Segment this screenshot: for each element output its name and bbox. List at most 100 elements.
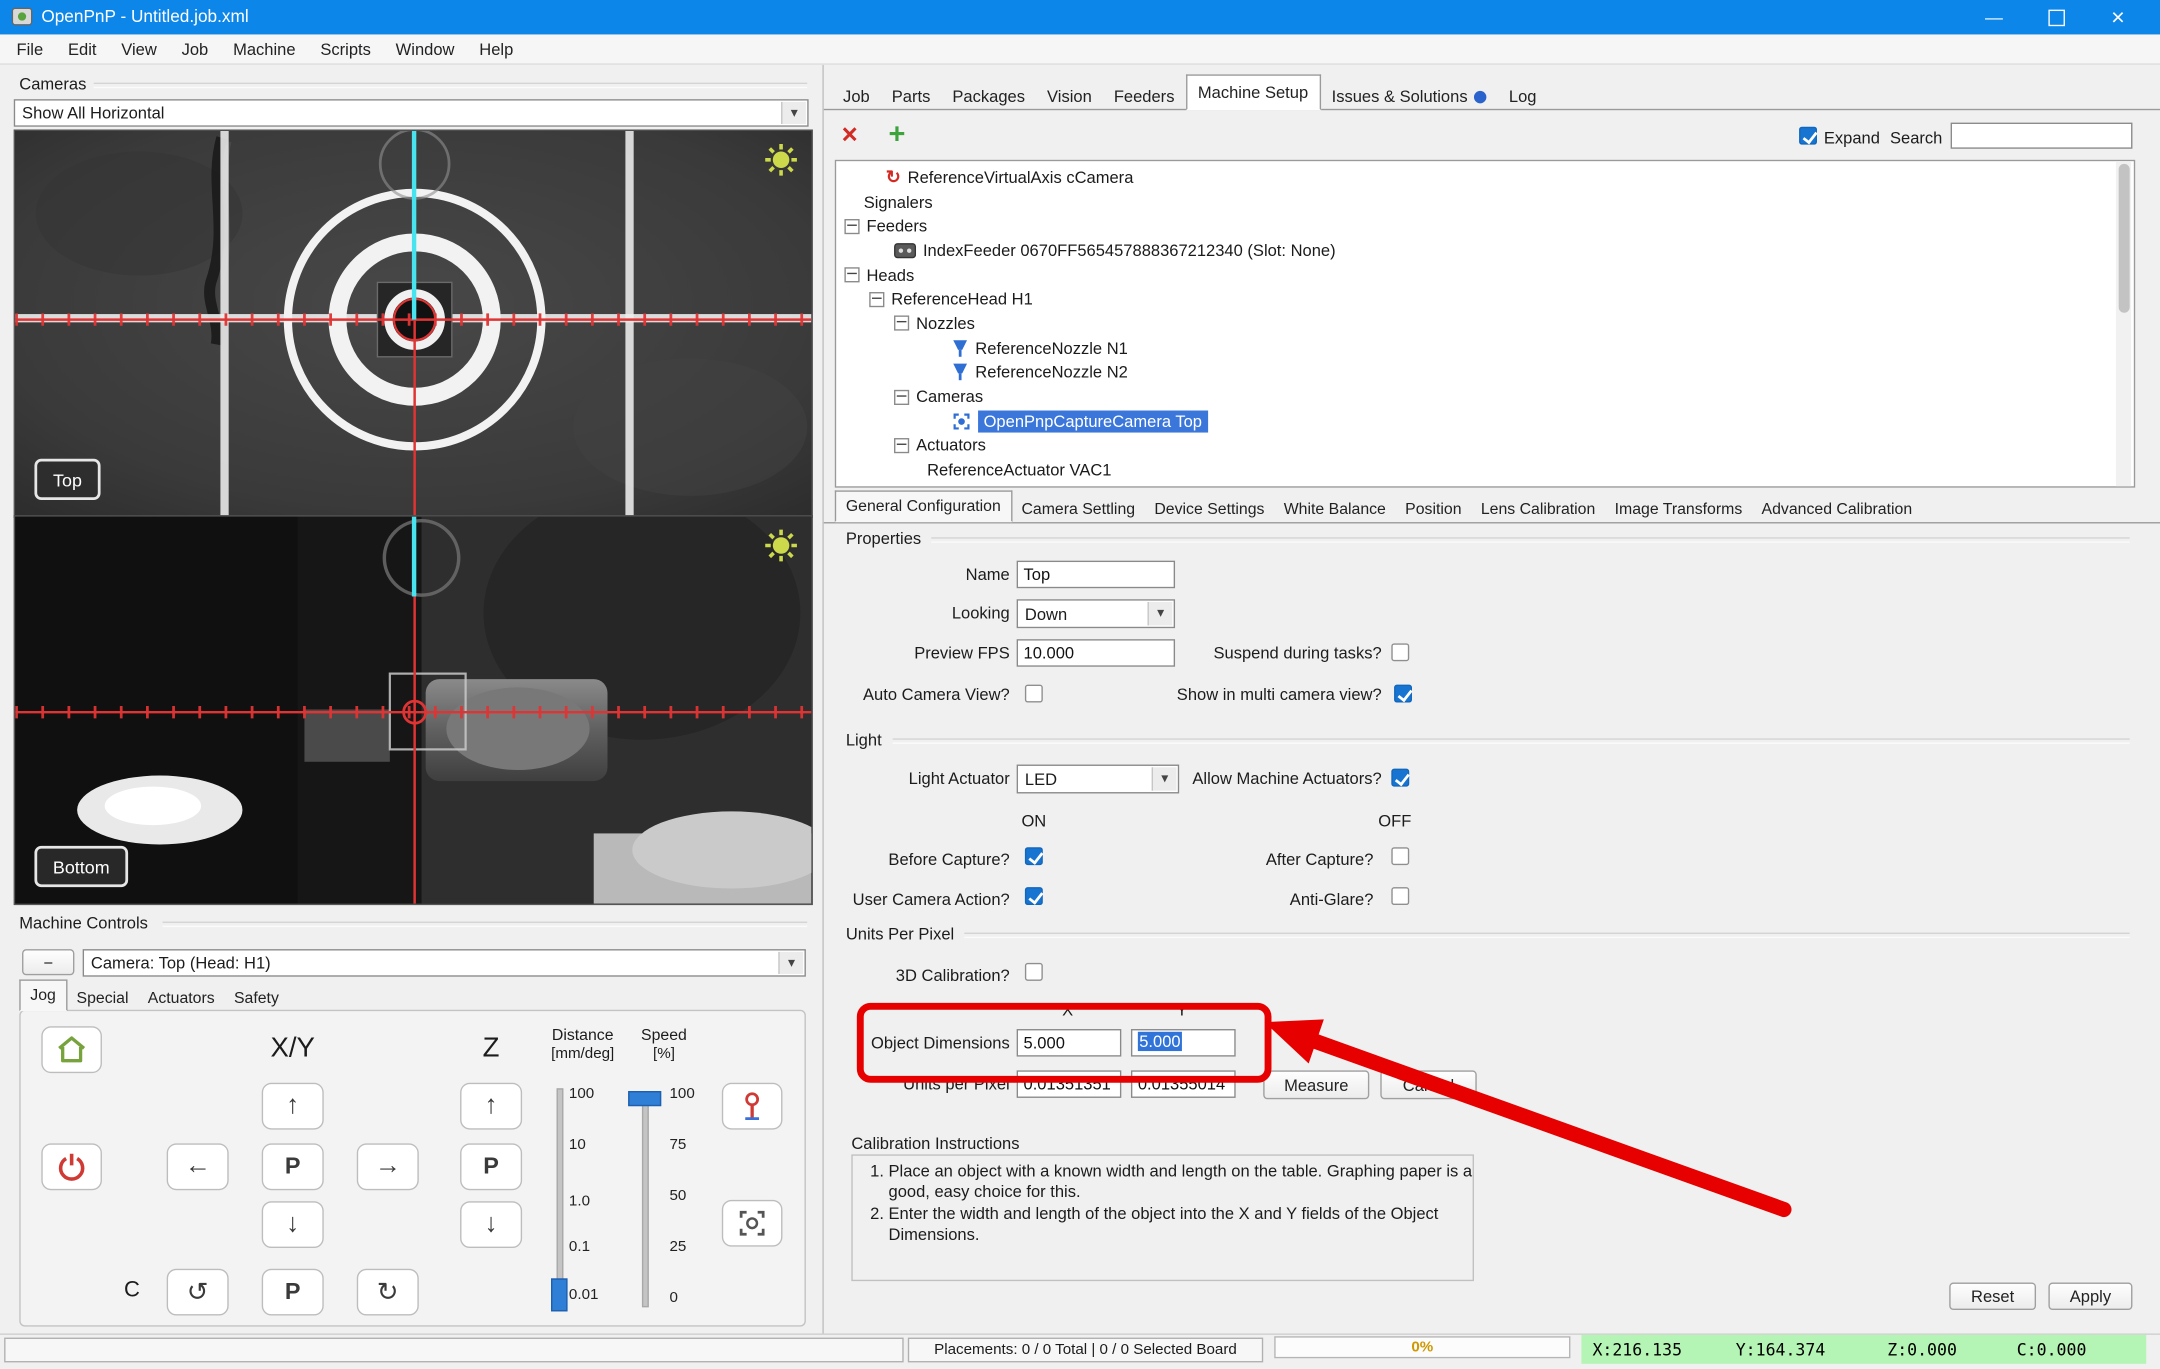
camera-view-top[interactable]: Top: [13, 129, 813, 518]
menu-machine[interactable]: Machine: [222, 35, 307, 63]
object-dimension-y-input[interactable]: 5.000: [1130, 1029, 1236, 1057]
allow-machine-actuators-checkbox[interactable]: [1391, 768, 1410, 787]
tree-item[interactable]: IndexFeeder 0670FF565457888367212340 (Sl…: [836, 238, 2134, 262]
camera-view-selector[interactable]: Show All Horizontal ▾: [13, 99, 809, 127]
apply-button[interactable]: Apply: [2048, 1282, 2133, 1311]
tree-item[interactable]: ReferenceNozzle N2: [836, 360, 2134, 384]
name-input[interactable]: [1016, 560, 1176, 589]
tree-item[interactable]: Cameras: [836, 385, 2134, 409]
menu-help[interactable]: Help: [468, 35, 524, 63]
before-capture-checkbox[interactable]: [1024, 847, 1043, 866]
menu-view[interactable]: View: [110, 35, 168, 63]
collapse-icon[interactable]: [894, 389, 910, 405]
collapse-icon[interactable]: [844, 267, 860, 283]
tab-machine-setup[interactable]: Machine Setup: [1185, 74, 1321, 111]
menu-window[interactable]: Window: [385, 35, 466, 63]
rotate-ccw-button[interactable]: ↺: [166, 1268, 229, 1316]
tab-vision[interactable]: Vision: [1036, 83, 1103, 111]
distance-slider-handle[interactable]: [551, 1278, 568, 1312]
tab-image-transforms[interactable]: Image Transforms: [1605, 497, 1752, 522]
tree-scrollbar[interactable]: [2115, 161, 2132, 487]
tab-general-configuration[interactable]: General Configuration: [834, 490, 1012, 523]
minimize-button[interactable]: —: [1963, 0, 2025, 34]
tree-item[interactable]: ReferenceNozzle N1: [836, 336, 2134, 360]
speed-slider-handle[interactable]: [628, 1091, 662, 1107]
capture-camera-location-button[interactable]: [721, 1199, 783, 1247]
tab-safety[interactable]: Safety: [224, 986, 288, 1011]
expand-checkbox[interactable]: [1799, 126, 1817, 145]
title-bar[interactable]: OpenPnP - Untitled.job.xml — ×: [0, 0, 2160, 35]
power-button[interactable]: [41, 1143, 102, 1191]
tab-packages[interactable]: Packages: [941, 83, 1036, 111]
home-button[interactable]: [41, 1026, 102, 1074]
position-xy-button[interactable]: P: [261, 1143, 324, 1191]
units-per-pixel-x-input[interactable]: [1016, 1070, 1122, 1098]
menu-job[interactable]: Job: [171, 35, 220, 63]
jog-y-plus-button[interactable]: ↑: [261, 1082, 324, 1130]
tab-actuators[interactable]: Actuators: [138, 986, 224, 1011]
menu-file[interactable]: File: [6, 35, 55, 63]
tab-log[interactable]: Log: [1498, 83, 1548, 111]
tree-item[interactable]: ReferenceActuator VAC1: [836, 458, 2134, 482]
tree-scrollbar-thumb[interactable]: [2117, 163, 2130, 313]
tab-camera-settling[interactable]: Camera Settling: [1012, 497, 1145, 522]
reset-button[interactable]: Reset: [1949, 1282, 2037, 1311]
add-button[interactable]: +: [889, 118, 906, 151]
multi-camera-view-checkbox[interactable]: [1394, 684, 1412, 703]
tree-item[interactable]: Nozzles: [836, 311, 2134, 335]
rotate-cw-button[interactable]: ↻: [356, 1268, 419, 1316]
tab-position[interactable]: Position: [1396, 497, 1472, 522]
tab-advanced-calibration[interactable]: Advanced Calibration: [1752, 497, 1922, 522]
camera-view-bottom[interactable]: Bottom: [13, 515, 813, 906]
tree-item-selected[interactable]: OpenPnpCaptureCamera Top: [836, 409, 2134, 433]
tab-job[interactable]: Job: [832, 83, 881, 111]
measure-button[interactable]: Measure: [1263, 1070, 1370, 1100]
looking-select[interactable]: Down ▾: [1016, 599, 1176, 629]
position-z-button[interactable]: P: [460, 1143, 523, 1191]
collapse-icon[interactable]: [894, 437, 910, 454]
panel-splitter[interactable]: [822, 64, 824, 1334]
object-dimension-x-input[interactable]: [1016, 1029, 1122, 1057]
jog-x-minus-button[interactable]: ←: [166, 1143, 229, 1191]
tab-issues-solutions[interactable]: Issues & Solutions: [1321, 83, 1498, 111]
speed-slider-track[interactable]: [641, 1095, 649, 1308]
delete-button[interactable]: ×: [842, 120, 858, 152]
search-input[interactable]: [1950, 122, 2133, 149]
calibration-3d-checkbox[interactable]: [1024, 962, 1043, 981]
tree-item[interactable]: Heads: [836, 263, 2134, 287]
jog-z-plus-button[interactable]: ↑: [460, 1082, 523, 1130]
tab-feeders[interactable]: Feeders: [1103, 83, 1186, 111]
anti-glare-checkbox[interactable]: [1391, 887, 1410, 906]
units-per-pixel-y-input[interactable]: [1130, 1070, 1236, 1098]
jog-x-plus-button[interactable]: →: [356, 1143, 419, 1191]
tab-device-settings[interactable]: Device Settings: [1145, 497, 1274, 522]
tab-special[interactable]: Special: [67, 986, 138, 1011]
brightness-sun-icon[interactable]: [763, 528, 799, 571]
user-camera-action-checkbox[interactable]: [1024, 887, 1043, 906]
menu-scripts[interactable]: Scripts: [309, 35, 382, 63]
tab-white-balance[interactable]: White Balance: [1274, 497, 1395, 522]
collapse-controls-button[interactable]: −: [22, 949, 75, 976]
tab-parts[interactable]: Parts: [881, 83, 942, 111]
collapse-icon[interactable]: [844, 218, 860, 234]
tree-item[interactable]: Feeders: [836, 214, 2134, 238]
suspend-during-tasks-checkbox[interactable]: [1391, 643, 1410, 662]
brightness-sun-icon[interactable]: [763, 142, 799, 185]
auto-camera-view-checkbox[interactable]: [1024, 684, 1043, 703]
tree-item[interactable]: ReferenceHead H1: [836, 287, 2134, 311]
jog-z-minus-button[interactable]: ↓: [460, 1201, 523, 1249]
cancel-button[interactable]: Cancel: [1380, 1070, 1477, 1100]
after-capture-checkbox[interactable]: [1391, 847, 1410, 866]
close-button[interactable]: ×: [2087, 0, 2149, 34]
move-camera-to-location-button[interactable]: [721, 1082, 783, 1130]
maximize-button[interactable]: [2025, 0, 2087, 34]
collapse-icon[interactable]: [894, 316, 910, 332]
tree-item[interactable]: ↻ ReferenceVirtualAxis cCamera: [836, 165, 2134, 189]
tree-item[interactable]: Signalers: [836, 190, 2134, 214]
menu-edit[interactable]: Edit: [57, 35, 108, 63]
collapse-icon[interactable]: [869, 291, 885, 307]
jog-target-selector[interactable]: Camera: Top (Head: H1) ▾: [82, 949, 806, 977]
tree-item[interactable]: Actuators: [836, 433, 2134, 457]
tab-jog[interactable]: Jog: [19, 979, 67, 1012]
position-c-button[interactable]: P: [261, 1268, 324, 1316]
